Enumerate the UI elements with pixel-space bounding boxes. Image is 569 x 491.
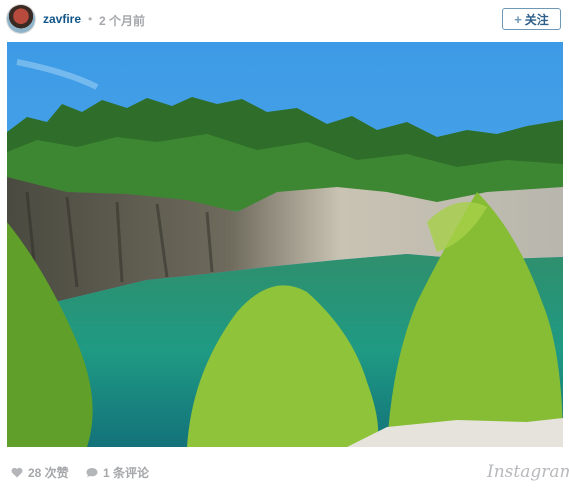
avatar[interactable] [7,5,35,33]
post-header: zavfire • 2 个月前 + 关注 [0,0,569,42]
comment-icon [86,468,98,478]
landscape-image [7,42,563,447]
follow-button[interactable]: + 关注 [502,8,561,30]
likes-label: 28 次赞 [28,466,69,480]
username-link[interactable]: zavfire [43,12,81,26]
separator-dot: • [88,12,93,26]
post-timestamp[interactable]: 2 个月前 [99,12,145,29]
plus-icon: + [514,11,522,27]
follow-label: 关注 [524,12,549,27]
heart-icon [11,467,23,478]
instagram-logo[interactable]: Instagram [487,462,569,482]
likes-count[interactable]: 28 次赞 [11,464,69,481]
comments-count[interactable]: 1 条评论 [86,464,149,481]
post-photo[interactable] [7,42,563,447]
post-footer: 28 次赞 1 条评论 Instagram [0,450,569,491]
comments-label: 1 条评论 [103,466,150,480]
